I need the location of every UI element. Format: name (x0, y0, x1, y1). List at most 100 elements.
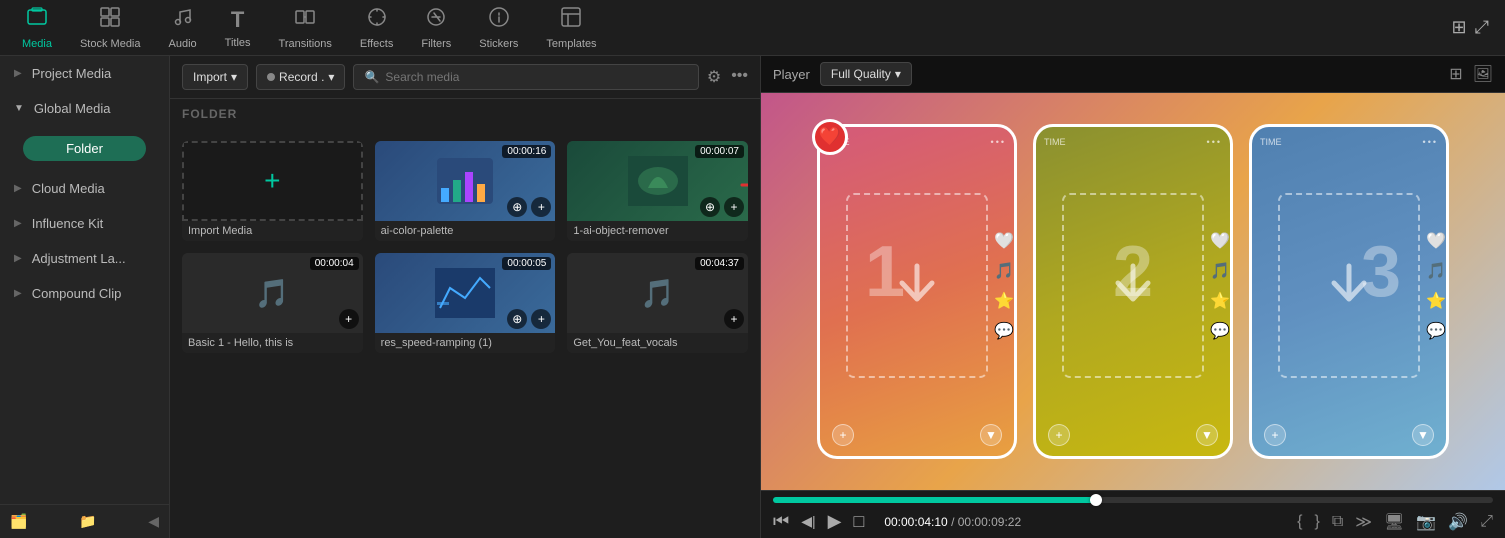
sidebar-item-label: Compound Clip (32, 286, 122, 301)
split-icon[interactable]: ⧉ (1332, 513, 1343, 531)
nav-effects[interactable]: Effects (346, 2, 407, 54)
step-back-button[interactable]: ◀| (801, 513, 815, 530)
content-toolbar: Import ▾ Record . ▾ 🔍 ⚙ ••• (170, 56, 760, 99)
folder-button-wrapper: Folder (0, 126, 169, 171)
card-action-icon-2[interactable]: + (531, 197, 551, 217)
card-action-icon-gy[interactable]: + (724, 309, 744, 329)
phone-body-3: 🤍 🎵 ⭐ 💬 (1260, 153, 1438, 419)
card-label-basic1: Basic 1 - Hello, this is (182, 333, 363, 353)
phone-add-btn-2[interactable]: + (1048, 424, 1070, 446)
import-button[interactable]: Import ▾ (182, 64, 248, 90)
card-action-icon-obj-2[interactable]: + (724, 197, 744, 217)
card-label-ai-color: ai-color-palette (375, 221, 556, 241)
quality-chevron-icon: ▾ (895, 67, 901, 81)
mark-in-icon[interactable]: { (1297, 513, 1302, 531)
more-options-icon[interactable]: ••• (731, 67, 748, 87)
phone-add-btn-1[interactable]: + (832, 424, 854, 446)
sidebar-item-global-media[interactable]: ▼ Global Media (0, 91, 169, 126)
stop-button[interactable]: □ (853, 511, 864, 532)
player-canvas: ❤️ TIME ••• 🤍 🎵 ⭐ 💬 (761, 93, 1505, 490)
star-side-icon-2: ⭐ (1210, 291, 1230, 311)
card-action-icon-sp-1[interactable]: ⊕ (507, 309, 527, 329)
snapshot-icon[interactable]: 📷 (1416, 512, 1436, 532)
nav-titles[interactable]: T Titles (211, 3, 265, 53)
media-card-ai-object[interactable]: 00:00:07 ⊕ + 1-ai-object-remover (567, 141, 748, 241)
nav-audio[interactable]: Audio (155, 2, 211, 54)
next-frame-icon[interactable]: ≫ (1355, 512, 1372, 532)
grid-view-icon[interactable]: ⊞ (1452, 17, 1467, 38)
sidebar-item-cloud-media[interactable]: ▶ Cloud Media (0, 171, 169, 206)
media-card-get-you[interactable]: 🎵 00:04:37 + Get_You_feat_vocals (567, 253, 748, 353)
music-side-icon-2: 🎵 (1210, 261, 1230, 281)
media-card-basic1[interactable]: 🎵 00:00:04 + Basic 1 - Hello, this is (182, 253, 363, 353)
card-action-icon-sp-2[interactable]: + (531, 309, 551, 329)
nav-stickers[interactable]: Stickers (465, 2, 532, 54)
thumb-ai-color: 00:00:16 ⊕ + (375, 141, 556, 221)
more-player-icon[interactable]: ⤢ (1480, 513, 1493, 531)
nav-stock-label: Stock Media (80, 38, 141, 50)
add-folder-icon[interactable]: 🗂️ (10, 513, 27, 530)
phone-add-btn-3[interactable]: + (1264, 424, 1286, 446)
nav-filters[interactable]: Filters (407, 2, 465, 54)
fullscreen-icon[interactable]: ⤢ (1475, 17, 1489, 38)
grid-icon[interactable]: ⊞ (1449, 64, 1462, 84)
volume-icon[interactable]: 🔊 (1448, 512, 1468, 532)
card-action-icon-obj-1[interactable]: ⊕ (700, 197, 720, 217)
search-input[interactable] (385, 70, 687, 84)
chevron-down-icon: ▼ (14, 103, 24, 114)
card-actions: ⊕ + (507, 197, 551, 217)
sidebar-folder-button[interactable]: Folder (23, 136, 145, 161)
import-label: Import (193, 70, 227, 84)
transitions-icon (294, 6, 316, 34)
image-icon[interactable]: 🖼 (1473, 64, 1493, 84)
progress-bar[interactable] (773, 497, 1493, 503)
player-controls: ⏮ ◀| ▶ □ 00:00:04:10 / 00:00:09:22 { } ⧉… (761, 490, 1505, 538)
duration-badge: 00:00:16 (502, 145, 551, 158)
sidebar-item-influence-kit[interactable]: ▶ Influence Kit (0, 206, 169, 241)
sidebar-item-compound-clip[interactable]: ▶ Compound Clip (0, 276, 169, 311)
phone-footer-3: + ▼ (1260, 424, 1438, 446)
card-action-icon-1[interactable]: ⊕ (507, 197, 527, 217)
thumb-get-you: 🎵 00:04:37 + (567, 253, 748, 333)
media-card-speed-ramp[interactable]: 00:00:05 ⊕ + res_speed-ramping (1) (375, 253, 556, 353)
monitor-icon[interactable]: 🖥 (1384, 512, 1404, 532)
controls-row: ⏮ ◀| ▶ □ 00:00:04:10 / 00:00:09:22 { } ⧉… (773, 511, 1493, 532)
media-card-import[interactable]: + Import Media (182, 141, 363, 241)
nav-media[interactable]: Media (8, 2, 66, 54)
card-action-icon-b1[interactable]: + (339, 309, 359, 329)
thumb-ai-object: 00:00:07 ⊕ + (567, 141, 748, 221)
quality-label: Full Quality (831, 67, 891, 81)
sidebar-item-label: Adjustment La... (32, 251, 126, 266)
mark-out-icon[interactable]: } (1315, 513, 1320, 531)
nav-stickers-label: Stickers (479, 38, 518, 50)
nav-templates[interactable]: Templates (532, 2, 610, 54)
phone-card-3: TIME ••• 🤍 🎵 ⭐ 💬 (1249, 124, 1449, 460)
phone-footer-2: + ▼ (1044, 424, 1222, 446)
sidebar-item-project-media[interactable]: ▶ Project Media (0, 56, 169, 91)
sidebar: ▶ Project Media ▼ Global Media Folder ▶ … (0, 56, 170, 538)
player-header-right: ⊞ 🖼 (1449, 64, 1493, 84)
nav-transitions[interactable]: Transitions (265, 2, 346, 54)
phone-down-btn-3[interactable]: ▼ (1412, 424, 1434, 446)
record-button[interactable]: Record . ▾ (256, 64, 345, 90)
sidebar-item-adjustment-la[interactable]: ▶ Adjustment La... (0, 241, 169, 276)
sidebar-item-label: Cloud Media (32, 181, 105, 196)
rewind-button[interactable]: ⏮ (773, 511, 789, 532)
phone-down-btn-1[interactable]: ▼ (980, 424, 1002, 446)
play-button[interactable]: ▶ (828, 511, 842, 532)
nav-stock-media[interactable]: Stock Media (66, 2, 155, 54)
chevron-right-icon: ▶ (14, 68, 22, 79)
nav-templates-label: Templates (546, 38, 596, 50)
player-quality-dropdown[interactable]: Full Quality ▾ (820, 62, 912, 86)
phone-down-btn-2[interactable]: ▼ (1196, 424, 1218, 446)
folder-icon[interactable]: 📁 (79, 513, 96, 530)
audio-icon (172, 6, 194, 34)
collapse-sidebar-icon[interactable]: ◀ (148, 513, 159, 530)
player-header: Player Full Quality ▾ ⊞ 🖼 (761, 56, 1505, 93)
sidebar-item-label: Influence Kit (32, 216, 104, 231)
sidebar-item-label: Project Media (32, 66, 111, 81)
time-display: 00:00:04:10 / 00:00:09:22 (884, 515, 1021, 529)
filter-icon[interactable]: ⚙ (707, 67, 721, 87)
media-card-ai-color[interactable]: 00:00:16 ⊕ + ai-color-palette (375, 141, 556, 241)
chat-side-icon: 💬 (994, 321, 1014, 341)
